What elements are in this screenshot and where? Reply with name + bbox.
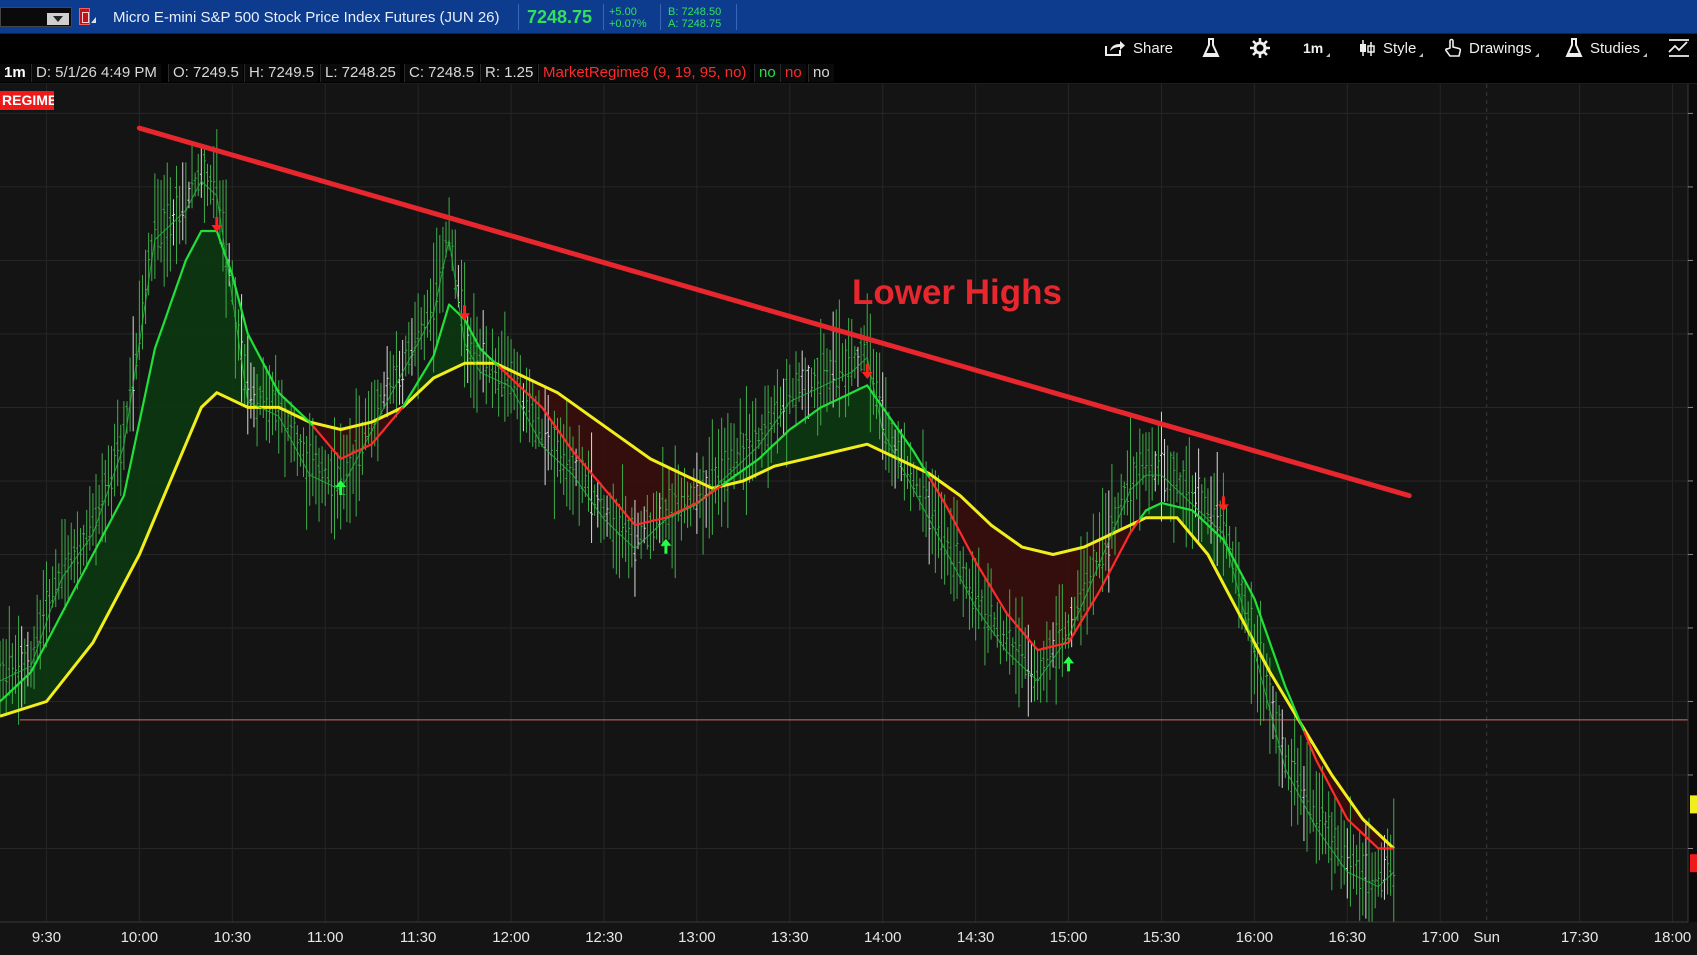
lower-highs-annotation: Lower Highs [852, 273, 1062, 312]
moving-averages [0, 180, 1688, 888]
time-axis-label: 12:30 [585, 929, 623, 946]
time-axis-label: 10:30 [214, 929, 252, 946]
sell-arrow-icon [1217, 496, 1229, 512]
last-price-marker [1690, 854, 1697, 873]
bear-cloud [498, 364, 719, 526]
x-axis: 9:30 10:00 10:30 11:00 11:30 12:00 12:30 13:00 1… [0, 921, 1697, 955]
time-axis-label: 16:30 [1329, 929, 1367, 946]
slow-ma-price-marker [1690, 795, 1697, 814]
time-axis-label: 9:30 [32, 929, 61, 946]
regime-badge: REGIME [0, 91, 54, 110]
buy-arrow-icon [1063, 656, 1075, 672]
price-chart[interactable]: Lower Highs 9:30 10:00 10:30 11:00 11:30 12:0… [0, 0, 1697, 955]
grid [0, 84, 1688, 922]
time-axis-label: 14:00 [864, 929, 902, 946]
time-axis-label: 11:00 [307, 929, 343, 946]
fast-ma-bull-segment [1138, 501, 1305, 732]
time-axis-label: 15:30 [1143, 929, 1181, 946]
buy-arrow-icon [660, 538, 672, 554]
time-axis-label: 18:00 [1654, 929, 1692, 946]
time-axis-label: 10:00 [121, 929, 159, 946]
time-axis-label: 17:30 [1561, 929, 1599, 946]
time-axis-label: 13:00 [678, 929, 716, 946]
time-axis-label: 14:30 [957, 929, 995, 946]
time-axis-label: Sun [1473, 929, 1500, 946]
time-axis-label: 11:30 [400, 929, 436, 946]
bull-cloud [402, 304, 496, 408]
y-axis-strip [1687, 84, 1697, 922]
time-axis-label: 12:00 [492, 929, 530, 946]
time-axis-label: 13:30 [771, 929, 809, 946]
time-axis-label: 15:00 [1050, 929, 1088, 946]
ma-cloud [0, 231, 1391, 849]
time-axis-label: 17:00 [1421, 929, 1459, 946]
time-axis-label: 16:00 [1236, 929, 1274, 946]
